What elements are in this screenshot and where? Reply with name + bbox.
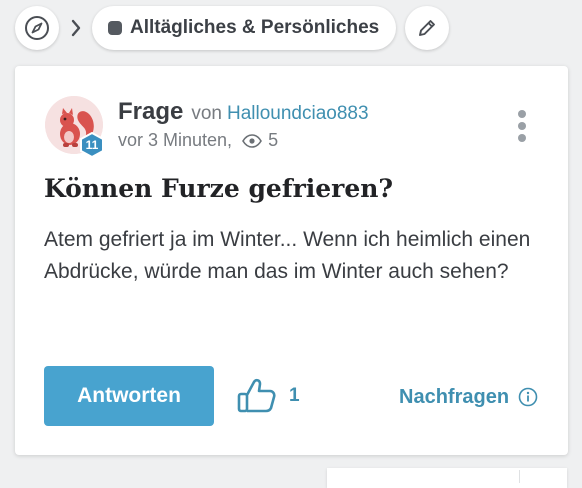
info-icon [518,387,538,407]
thumbs-up-icon [237,378,277,414]
post-stats: vor 3 Minuten, 5 [118,130,278,151]
view-count: 5 [268,130,279,150]
divider [519,470,520,483]
category-label: Alltägliches & Persönliches [130,17,380,38]
question-card: 11 Frage von Halloundciao883 vor 3 Minut… [15,66,568,455]
compass-icon [24,15,50,41]
by-label: von [191,103,222,124]
answer-button[interactable]: Antworten [44,366,214,426]
question-title: Können Furze gefrieren? [44,174,394,203]
category-icon [108,21,122,35]
post-type-label: Frage [118,98,184,125]
author-link[interactable]: Halloundciao883 [227,103,369,125]
ask-followup-label: Nachfragen [399,385,510,408]
explore-button[interactable] [15,6,59,50]
post-time: vor 3 Minuten, [118,130,233,150]
eye-icon [242,133,262,148]
like-button[interactable]: 1 [237,376,300,416]
level-badge: 11 [79,132,105,158]
like-count: 1 [289,385,300,406]
question-body: Atem gefriert ja im Winter... Wenn ich h… [44,228,531,283]
breadcrumb: Alltägliches & Persönliches [0,0,582,60]
post-meta: Frage von Halloundciao883 [118,98,369,126]
pencil-icon [416,17,438,39]
level-number: 11 [85,138,99,152]
category-chip[interactable]: Alltägliches & Persönliches [92,6,396,50]
ask-followup-button[interactable]: Nachfragen [399,382,538,412]
next-card-edge [327,468,567,488]
more-options-icon[interactable] [515,110,529,146]
edit-button[interactable] [405,6,449,50]
chevron-right-icon [66,16,86,40]
